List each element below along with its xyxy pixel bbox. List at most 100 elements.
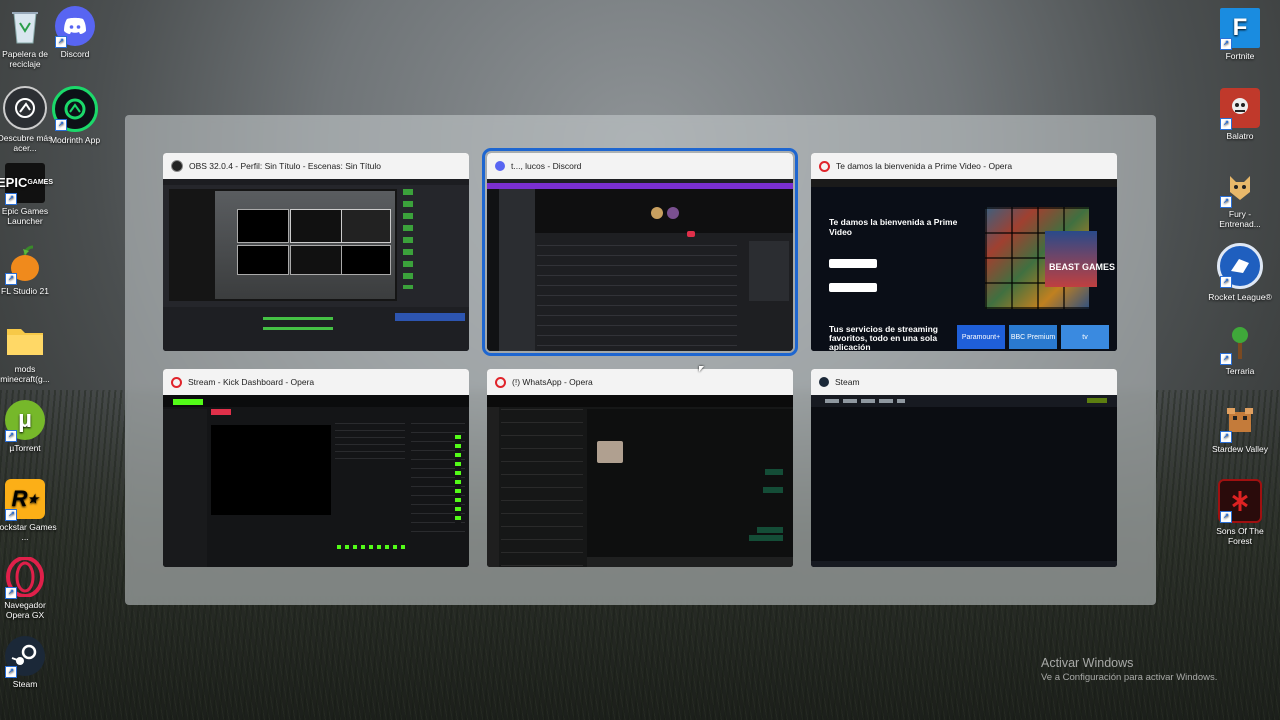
discord-preview <box>487 179 793 351</box>
desktop-icon-label: FL Studio 21 <box>1 286 49 296</box>
window-titlebar: (!) WhatsApp - Opera <box>487 369 793 395</box>
steam-icon <box>819 377 829 387</box>
opera-gx-icon: ↗ <box>5 557 45 599</box>
kick-preview <box>163 395 469 567</box>
obs-icon <box>171 160 183 172</box>
modrinth-icon: ↗ <box>52 86 98 132</box>
window-titlebar: OBS 32.0.4 - Perfil: Sin Título - Escena… <box>163 153 469 179</box>
watermark-subtitle: Ve a Configuración para activar Windows. <box>1041 672 1218 683</box>
desktop-icon-discord[interactable]: ↗ Discord <box>43 6 107 59</box>
desktop-icon-rockstar[interactable]: R★ ↗ Rockstar Games ... <box>0 479 57 542</box>
desktop-icon-fl-studio[interactable]: ↗ FL Studio 21 <box>0 243 57 296</box>
desktop-icon-label: Epic Games Launcher <box>1 206 49 226</box>
desktop-icon-label: Rocket League® <box>1208 292 1272 302</box>
desktop-icon-rocket-league[interactable]: ↗ Rocket League® <box>1208 243 1272 302</box>
fl-studio-icon: ↗ <box>5 243 45 285</box>
prime-headline: Te damos la bienvenida a Prime Video <box>829 217 958 237</box>
shortcut-arrow-icon: ↗ <box>1220 118 1232 130</box>
shortcut-arrow-icon: ↗ <box>1220 196 1232 208</box>
desktop-icon-label: Steam <box>12 679 38 689</box>
desktop-icon-fury[interactable]: ↗ Fury - Entrenad... <box>1208 166 1272 229</box>
terraria-icon: ↗ <box>1220 323 1260 365</box>
window-thumbnail-whatsapp[interactable]: (!) WhatsApp - Opera <box>487 369 793 567</box>
window-titlebar: Te damos la bienvenida a Prime Video - O… <box>811 153 1117 179</box>
desktop-icon-terraria[interactable]: ↗ Terraria <box>1208 323 1272 376</box>
window-title: (!) WhatsApp - Opera <box>512 377 593 387</box>
prime-streaming-text: Tus servicios de streaming favoritos, to… <box>829 324 938 352</box>
desktop-icon-steam[interactable]: ↗ Steam <box>0 636 57 689</box>
shortcut-arrow-icon: ↗ <box>5 587 17 599</box>
shortcut-arrow-icon: ↗ <box>5 430 17 442</box>
desktop-icon-epic[interactable]: EPIC GAMES ↗ Epic Games Launcher <box>0 163 57 226</box>
shortcut-arrow-icon: ↗ <box>55 36 67 48</box>
window-title: Stream - Kick Dashboard - Opera <box>188 377 315 387</box>
window-title: Steam <box>835 377 860 387</box>
obs-preview <box>163 179 469 351</box>
desktop-icon-label: Terraria <box>1225 366 1255 376</box>
window-titlebar: Steam <box>811 369 1117 395</box>
shortcut-arrow-icon: ↗ <box>5 193 17 205</box>
shortcut-arrow-icon: ↗ <box>55 119 67 131</box>
balatro-icon: ↗ <box>1220 88 1260 130</box>
desktop-icon-label: Fury - Entrenad... <box>1219 209 1261 229</box>
window-title: Te damos la bienvenida a Prime Video - O… <box>836 161 1013 171</box>
epic-games-icon: EPIC GAMES ↗ <box>0 163 53 205</box>
folder-icon <box>5 321 45 361</box>
window-thumbnail-steam[interactable]: Steam <box>811 369 1117 567</box>
badge-paramount: Paramount+ <box>957 325 1005 349</box>
window-thumbnail-kick[interactable]: Stream - Kick Dashboard - Opera <box>163 369 469 567</box>
fury-icon: ↗ <box>1220 166 1260 208</box>
opera-icon <box>819 160 830 172</box>
utorrent-icon: µ ↗ <box>5 400 45 442</box>
desktop-icon-stardew[interactable]: ↗ Stardew Valley <box>1208 401 1272 454</box>
desktop-icon-label: Modrinth App <box>49 135 101 145</box>
shortcut-arrow-icon: ↗ <box>1220 511 1232 523</box>
window-thumbnail-prime-video[interactable]: Te damos la bienvenida a Prime Video - O… <box>811 153 1117 351</box>
desktop-icon-fortnite[interactable]: F ↗ Fortnite <box>1208 8 1272 61</box>
desktop-icon-label: Discord <box>60 49 90 59</box>
window-thumbnail-obs[interactable]: OBS 32.0.4 - Perfil: Sin Título - Escena… <box>163 153 469 351</box>
recycle-bin-icon <box>5 6 45 46</box>
shortcut-arrow-icon: ↗ <box>1220 276 1232 288</box>
desktop-icon-label: Fortnite <box>1225 51 1255 61</box>
desktop-icon-label: Rockstar Games ... <box>0 522 57 542</box>
shortcut-arrow-icon: ↗ <box>5 666 17 678</box>
beast-games-poster: BEAST GAMES <box>1049 262 1116 272</box>
prime-video-preview: Te damos la bienvenida a Prime Video BEA… <box>811 179 1117 351</box>
shortcut-arrow-icon: ↗ <box>1220 431 1232 443</box>
shortcut-arrow-icon: ↗ <box>5 509 17 521</box>
whatsapp-preview <box>487 395 793 567</box>
desktop-icon-sons-forest[interactable]: ↗ Sons Of The Forest <box>1208 479 1272 546</box>
shortcut-arrow-icon: ↗ <box>1220 38 1232 50</box>
desktop-icon-mods-folder[interactable]: mods minecraft(g... <box>0 321 57 384</box>
rockstar-icon: R ★ ↗ <box>5 479 45 521</box>
stardew-icon: ↗ <box>1220 401 1260 443</box>
watermark-title: Activar Windows <box>1041 656 1134 670</box>
desktop-icon-label: Navegador Opera GX <box>4 600 46 620</box>
opera-icon <box>495 376 506 388</box>
desktop-icon-modrinth[interactable]: ↗ Modrinth App <box>43 86 107 145</box>
desktop-icon-label: Sons Of The Forest <box>1216 526 1264 546</box>
steam-icon: ↗ <box>5 636 45 678</box>
window-titlebar: Stream - Kick Dashboard - Opera <box>163 369 469 395</box>
task-switcher: OBS 32.0.4 - Perfil: Sin Título - Escena… <box>125 115 1156 605</box>
fortnite-icon: F ↗ <box>1220 8 1260 50</box>
desktop-icon-balatro[interactable]: ↗ Balatro <box>1208 88 1272 141</box>
activation-watermark: Activar Windows Ve a Configuración para … <box>1041 656 1217 683</box>
opera-icon <box>171 376 182 388</box>
discord-icon: ↗ <box>55 6 95 48</box>
desktop-icon-opera-gx[interactable]: ↗ Navegador Opera GX <box>0 557 57 620</box>
window-title: OBS 32.0.4 - Perfil: Sin Título - Escena… <box>189 161 381 171</box>
desktop-icon-utorrent[interactable]: µ ↗ µTorrent <box>0 400 57 453</box>
badge-appletv: tv <box>1061 325 1109 349</box>
desktop-icon-label: Stardew Valley <box>1211 444 1269 454</box>
acer-discover-icon <box>3 86 47 130</box>
mouse-cursor <box>699 366 704 372</box>
discord-icon <box>495 161 505 171</box>
steam-preview <box>811 395 1117 567</box>
window-titlebar: t..., lucos - Discord <box>487 153 793 179</box>
window-title: t..., lucos - Discord <box>511 161 582 171</box>
badge-bbc: BBC Premium <box>1009 325 1057 349</box>
window-thumbnail-discord[interactable]: t..., lucos - Discord <box>482 148 798 356</box>
sons-forest-icon: ↗ <box>1218 479 1262 523</box>
